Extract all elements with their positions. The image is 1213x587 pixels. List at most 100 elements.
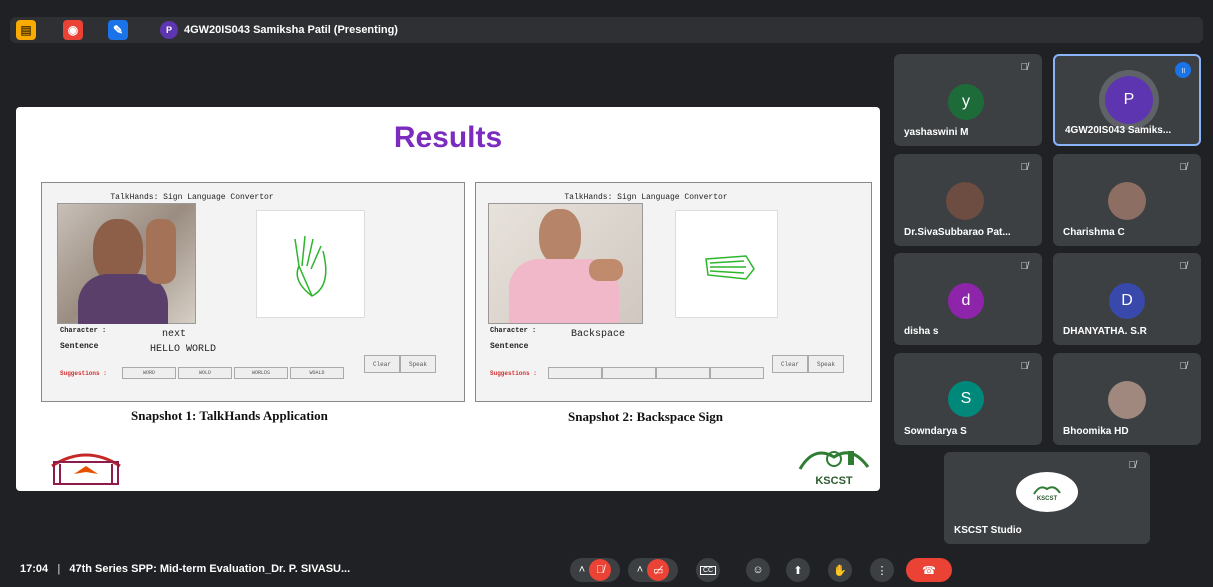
mic-off-icon: 🎙̸ [1128,460,1137,471]
snapshot-1-skeleton-box [256,210,365,318]
kscst-logo-text: KSCST [815,475,853,487]
mic-off-icon: 🎙̸ [1179,162,1188,173]
emoji-icon: ☺ [752,564,764,576]
presentation-slide: Results TalkHands: Sign Language Convert… [16,107,880,491]
college-logo [42,444,130,486]
snapshot-2-camera-image [488,203,643,324]
studio-logo: KSCST [1016,472,1078,512]
avatar-photo [946,182,984,220]
participant-name: 4GW20IS043 Samiks... [1065,125,1172,136]
participant-tile[interactable]: 🎙̸ Dr.SivaSubbarao Pat... [894,154,1042,246]
clock-time: 17:04 [20,563,49,575]
snapshot-1-title: TalkHands: Sign Language Convertor [110,193,274,202]
mic-off-icon: 🎙̸ [1020,261,1029,272]
avatar-photo [1108,381,1146,419]
snapshot-1-suggestion-button[interactable]: WORD [122,367,176,379]
participant-name: Sowndarya S [904,426,967,437]
emoji-button[interactable]: ☺ [746,558,770,582]
call-end-icon: ☎ [922,564,936,577]
speaking-icon: ॥ [1175,62,1191,78]
participant-tile[interactable]: 🎙̸ Charishma C [1053,154,1201,246]
present-button[interactable]: ⬆ [786,558,810,582]
avatar: S [948,381,984,417]
camera-off-icon[interactable]: ▭̸ [647,559,670,581]
kscst-logo: KSCST [794,441,874,489]
slide-title: Results [393,121,503,154]
snapshot-2-suggestions-label: Suggestions : [490,370,537,377]
avatar: P [1105,76,1153,124]
snapshot-2-title: TalkHands: Sign Language Convertor [564,193,728,202]
leave-call-button[interactable]: ☎ [906,558,952,582]
participant-name: Dr.SivaSubbarao Pat... [904,227,1011,238]
snapshot-2-clear-button[interactable]: Clear [772,355,808,373]
captions-button[interactable]: CC [696,558,720,582]
snapshot-1-suggestion-button[interactable]: WOLD [178,367,232,379]
studio-logo-text: KSCST [1036,496,1058,502]
record-icon[interactable]: ◉ [63,20,83,40]
participant-name: DHANYATHA. S.R [1063,326,1147,337]
presenter-chip[interactable]: P 4GW20IS043 Samiksha Patil (Presenting) [160,20,398,40]
participant-name: KSCST Studio [954,525,1022,536]
mic-off-icon: 🎙̸ [1179,261,1188,272]
mic-off-icon[interactable]: 🎙̸ [589,559,612,581]
snapshot-2-character-label: Character : [490,327,537,335]
snapshot-2-suggestion-button[interactable] [548,367,602,379]
participant-name: Charishma C [1063,227,1125,238]
meeting-info: 17:04 | 47th Series SPP: Mid-term Evalua… [20,563,350,575]
chevron-up-icon[interactable]: ˄ [637,564,643,576]
chevron-up-icon[interactable]: ˄ [579,564,585,576]
participant-tile[interactable]: 🎙̸ D DHANYATHA. S.R [1053,253,1201,345]
participant-name: Bhoomika HD [1063,426,1129,437]
mic-off-icon: 🎙̸ [1020,162,1029,173]
mic-off-icon: 🎙̸ [1020,361,1029,372]
participant-tile[interactable]: 🎙̸ d disha s [894,253,1042,345]
meeting-title: 47th Series SPP: Mid-term Evaluation_Dr.… [69,563,351,575]
participant-tile[interactable]: 🎙̸ KSCST KSCST Studio [944,452,1150,544]
snapshot-2-sentence-label: Sentence [490,342,529,351]
snapshot-1-character-value: next [162,329,187,340]
snapshot-2-suggestion-button[interactable] [710,367,764,379]
present-icon: ⬆ [793,564,803,577]
avatar: y [948,84,984,120]
avatar: d [948,283,984,319]
hand-icon: ✋ [833,564,847,577]
participant-tile[interactable]: 🎙̸ Bhoomika HD [1053,353,1201,445]
snapshot-2-character-value: Backspace [571,329,626,340]
snapshot-1-speak-button[interactable]: Speak [400,355,436,373]
snapshot-1-window: TalkHands: Sign Language Convertor Chara… [41,182,465,402]
camera-control[interactable]: ˄ ▭̸ [628,558,678,582]
top-bar: ▤ ◉ ✎ P 4GW20IS043 Samiksha Patil (Prese… [10,17,1203,43]
presenter-label: 4GW20IS043 Samiksha Patil (Presenting) [184,24,398,36]
participant-tile[interactable]: 🎙̸ S Sowndarya S [894,353,1042,445]
snapshot-1-sentence-value: HELLO WORLD [150,344,217,355]
snapshot-2-suggestion-button[interactable] [656,367,710,379]
presenter-avatar: P [160,21,178,39]
snapshot-1-suggestion-button[interactable]: WORLDS [234,367,288,379]
snapshot-1-suggestions-label: Suggestions : [60,370,107,377]
snapshot-1-sentence-label: Sentence [60,342,99,351]
effects-icon[interactable]: ✎ [108,20,128,40]
snapshot-1-camera-image [57,203,196,324]
more-options-button[interactable]: ⋮ [870,558,894,582]
snapshot-1-character-label: Character : [60,327,107,335]
more-vert-icon: ⋮ [876,564,888,577]
folder-icon[interactable]: ▤ [16,20,36,40]
snapshot-1-suggestion-button[interactable]: WOALD [290,367,344,379]
snapshot-2-window: TalkHands: Sign Language Convertor Chara… [475,182,872,402]
avatar-photo [1108,182,1146,220]
avatar: D [1109,283,1145,319]
participant-tile[interactable]: 🎙̸ y yashaswini M [894,54,1042,146]
snapshot-2-suggestion-button[interactable] [602,367,656,379]
participant-name: disha s [904,326,939,337]
mic-off-icon: 🎙̸ [1020,62,1029,73]
raise-hand-button[interactable]: ✋ [828,558,852,582]
snapshot-2-speak-button[interactable]: Speak [808,355,844,373]
participant-tile-active[interactable]: ॥ P 4GW20IS043 Samiks... [1053,54,1201,146]
snapshot-1-caption: Snapshot 1: TalkHands Application [131,408,328,423]
captions-icon: CC [699,565,717,575]
snapshot-2-caption: Snapshot 2: Backspace Sign [568,409,723,424]
mic-control[interactable]: ˄ 🎙̸ [570,558,620,582]
mic-off-icon: 🎙̸ [1179,361,1188,372]
separator: | [57,563,61,575]
snapshot-1-clear-button[interactable]: Clear [364,355,400,373]
